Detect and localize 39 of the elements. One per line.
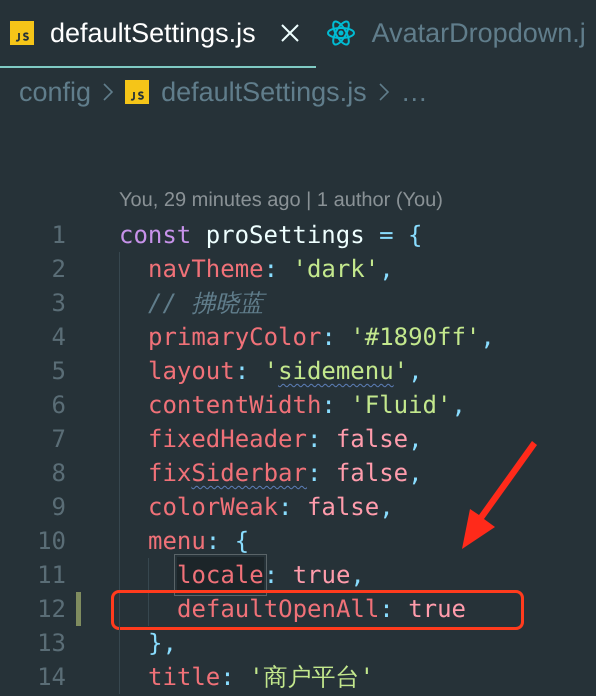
line-number: 10 (37, 526, 66, 557)
line-number: 9 (52, 492, 66, 523)
line-number: 1 (52, 220, 66, 251)
code-line: primaryColor: '#1890ff', (148, 322, 495, 353)
code-line: defaultOpenAll: true (177, 594, 466, 625)
line-number: 8 (52, 458, 66, 489)
line-number: 4 (52, 322, 66, 353)
breadcrumb-item[interactable]: config (19, 72, 92, 112)
line-number: 12 (37, 594, 66, 625)
line-number: 2 (52, 254, 66, 285)
code-line: locale: true, (177, 558, 365, 592)
code-line: fixSiderbar: false, (148, 458, 423, 489)
chevron-right-icon (103, 83, 114, 101)
code-line: navTheme: 'dark', (148, 254, 394, 285)
code-line: layout: 'sidemenu', (148, 356, 423, 387)
js-file-icon (10, 21, 34, 45)
code-line: colorWeak: false, (148, 492, 394, 523)
line-number: 3 (52, 288, 66, 319)
codelens-text[interactable]: You, 29 minutes ago | 1 author (You) (119, 185, 443, 215)
editor-tab[interactable]: defaultSettings.js (0, 0, 316, 68)
line-number: 14 (37, 662, 66, 693)
code-line: const proSettings = { (119, 220, 422, 251)
code-line: contentWidth: 'Fluid', (148, 390, 466, 421)
line-number: 13 (37, 628, 66, 659)
code-line: fixedHeader: false, (148, 424, 423, 455)
close-icon[interactable] (280, 23, 300, 43)
code-line: title: '商户平台' (148, 662, 374, 693)
line-number: 6 (52, 390, 66, 421)
code-line: menu: { (148, 526, 250, 557)
line-number: 11 (37, 560, 66, 591)
atom-icon (326, 19, 356, 47)
js-file-icon (125, 80, 150, 104)
line-number: 7 (52, 424, 66, 455)
breadcrumb-item[interactable]: … (400, 72, 428, 112)
chevron-right-icon (378, 83, 389, 101)
code-line: }, (148, 628, 177, 659)
editor-tab[interactable]: AvatarDropdown.j (316, 0, 596, 68)
line-number: 5 (52, 356, 66, 387)
breadcrumb-item[interactable]: defaultSettings.js (161, 72, 367, 112)
